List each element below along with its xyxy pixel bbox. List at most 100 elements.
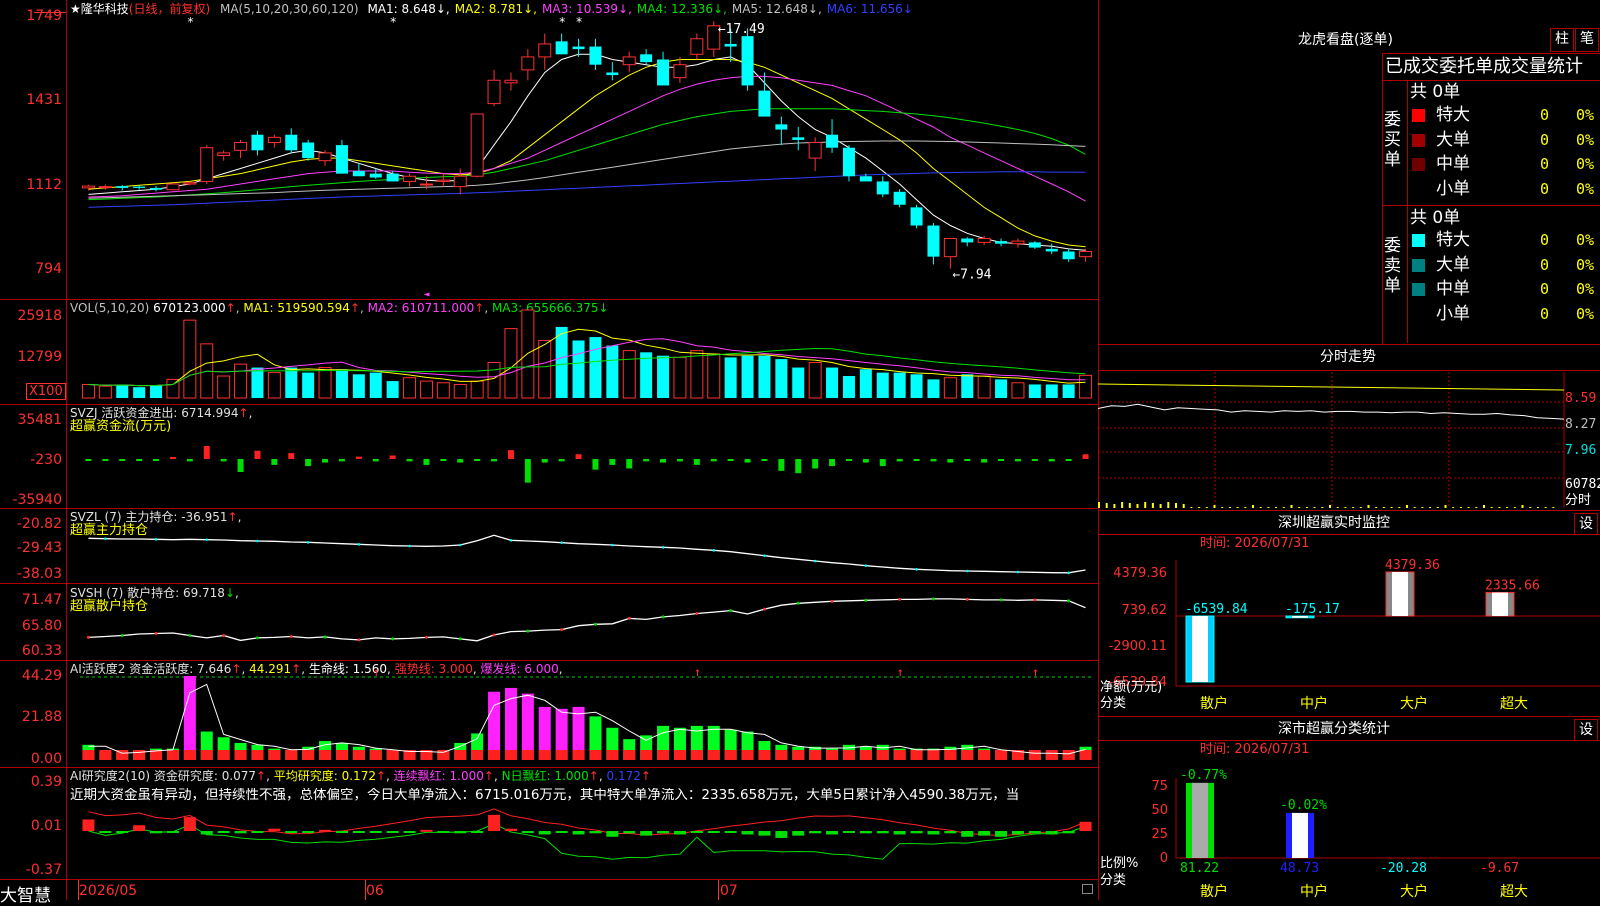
candle-body bbox=[724, 43, 737, 47]
sz-bar-highlight bbox=[1192, 616, 1208, 682]
svzl-dot bbox=[965, 569, 969, 573]
activity-base bbox=[437, 750, 450, 760]
buy-row-label: 小单 bbox=[1436, 178, 1470, 199]
marker-icon: ◄ bbox=[423, 289, 429, 300]
svsh-dot bbox=[154, 632, 158, 636]
ma-line-MA4 bbox=[88, 108, 1086, 201]
volume-bar bbox=[842, 376, 855, 398]
candle-body bbox=[504, 79, 518, 84]
buy-row-count: 0 bbox=[1540, 106, 1550, 124]
research-bar bbox=[82, 819, 95, 831]
svzl-dot bbox=[864, 564, 868, 567]
intraday-vol-bar bbox=[1113, 504, 1116, 508]
candle-body bbox=[453, 175, 467, 188]
volume-bar bbox=[657, 355, 670, 398]
activity-base bbox=[944, 750, 957, 760]
flow-bar bbox=[744, 459, 751, 463]
buy-row-percent: 0% bbox=[1576, 155, 1595, 173]
candle-body bbox=[318, 152, 332, 162]
svsh-dot bbox=[661, 615, 665, 619]
volume-bar bbox=[910, 374, 923, 398]
buy-row-swatch bbox=[1412, 133, 1425, 147]
research-bar bbox=[369, 831, 382, 833]
high-annotation: ←17.49 bbox=[718, 22, 765, 37]
activity-base bbox=[166, 750, 179, 760]
research-bar bbox=[657, 831, 670, 834]
svzl-dot bbox=[256, 539, 259, 543]
candle-body bbox=[217, 152, 231, 156]
buy-row-swatch bbox=[1412, 109, 1425, 122]
candle-body bbox=[792, 137, 805, 140]
research-bar bbox=[471, 831, 484, 833]
activity-base bbox=[538, 750, 551, 760]
svzl-dot bbox=[1067, 571, 1070, 575]
ma-line-MA6 bbox=[88, 171, 1086, 208]
svzl-dot bbox=[661, 546, 665, 549]
flow-bar bbox=[626, 459, 633, 469]
volume-bar bbox=[470, 380, 484, 399]
activity-base bbox=[504, 750, 517, 760]
buy-row-percent: 0% bbox=[1576, 179, 1595, 198]
activity-base bbox=[251, 750, 264, 760]
research-bar bbox=[876, 831, 889, 834]
volume-bar bbox=[335, 369, 348, 398]
svzl-dot bbox=[408, 544, 411, 548]
intraday-vol-bar bbox=[1182, 504, 1185, 508]
intraday-vol-bar bbox=[1544, 507, 1547, 508]
candle-body bbox=[622, 56, 636, 66]
intraday-vol-bar bbox=[1490, 507, 1493, 508]
research-bar bbox=[386, 831, 399, 833]
candle-body bbox=[538, 43, 552, 58]
svsh-dot bbox=[931, 597, 935, 601]
activity-base bbox=[826, 750, 839, 760]
flow-bar bbox=[288, 453, 295, 459]
intraday-vol-bar bbox=[1128, 503, 1131, 508]
buy-row-label: 中单 bbox=[1436, 154, 1470, 174]
svzl-dot bbox=[611, 543, 614, 547]
activity-bar bbox=[488, 691, 501, 760]
flow-bar bbox=[862, 459, 869, 463]
research-bar bbox=[319, 829, 332, 832]
up-arrow-icon: ↑ bbox=[373, 665, 380, 679]
buy-row-swatch bbox=[1412, 182, 1425, 196]
flow-bar bbox=[186, 459, 193, 462]
cls-bar-highlight bbox=[1192, 782, 1208, 858]
volume-bar bbox=[302, 372, 315, 398]
activity-base bbox=[200, 750, 213, 760]
intraday-vol-bar bbox=[1236, 507, 1239, 508]
intraday-vol-bar bbox=[1298, 507, 1301, 508]
flow-bar bbox=[761, 459, 768, 461]
candle-body bbox=[403, 175, 417, 182]
candle-body bbox=[1062, 251, 1075, 260]
volume-bar bbox=[792, 367, 805, 398]
volume-bar bbox=[504, 328, 518, 399]
buy-row-percent: 0% bbox=[1576, 106, 1595, 124]
volume-bar bbox=[352, 374, 365, 398]
sell-row-label: 特大 bbox=[1436, 230, 1470, 250]
flow-bar bbox=[913, 459, 920, 461]
cls-value-label: -9.67 bbox=[1480, 861, 1519, 876]
kline-chart[interactable]: ←17.49 ←7.94 * * * * ◄ ↑ ↑ ↑ ↑ bbox=[0, 0, 1098, 900]
buy-row-count: 0 bbox=[1540, 130, 1550, 149]
flow-bar bbox=[541, 459, 548, 463]
flow-bar bbox=[423, 459, 430, 465]
flow-bar bbox=[507, 450, 514, 459]
intraday-vol-bar bbox=[1329, 505, 1331, 508]
up-arrow-icon: ↑ bbox=[1032, 665, 1039, 679]
up-arrow-icon: ↑ bbox=[694, 665, 701, 679]
flow-bar bbox=[693, 459, 700, 465]
activity-base bbox=[183, 750, 196, 760]
research-bar bbox=[640, 831, 653, 836]
intraday-vol-bar bbox=[1228, 507, 1231, 508]
intraday-vol-bar bbox=[1375, 507, 1378, 508]
volume-bar bbox=[673, 356, 687, 399]
activity-base bbox=[369, 750, 382, 760]
research-bar bbox=[792, 831, 805, 836]
candle-body bbox=[943, 237, 957, 258]
svzl-dot bbox=[763, 554, 766, 557]
intraday-vol-bar bbox=[1436, 507, 1439, 508]
candle-body bbox=[285, 134, 298, 151]
signal-star-icon: * bbox=[187, 15, 194, 29]
intraday-vol-bar bbox=[1336, 507, 1339, 508]
activity-base bbox=[842, 750, 855, 760]
